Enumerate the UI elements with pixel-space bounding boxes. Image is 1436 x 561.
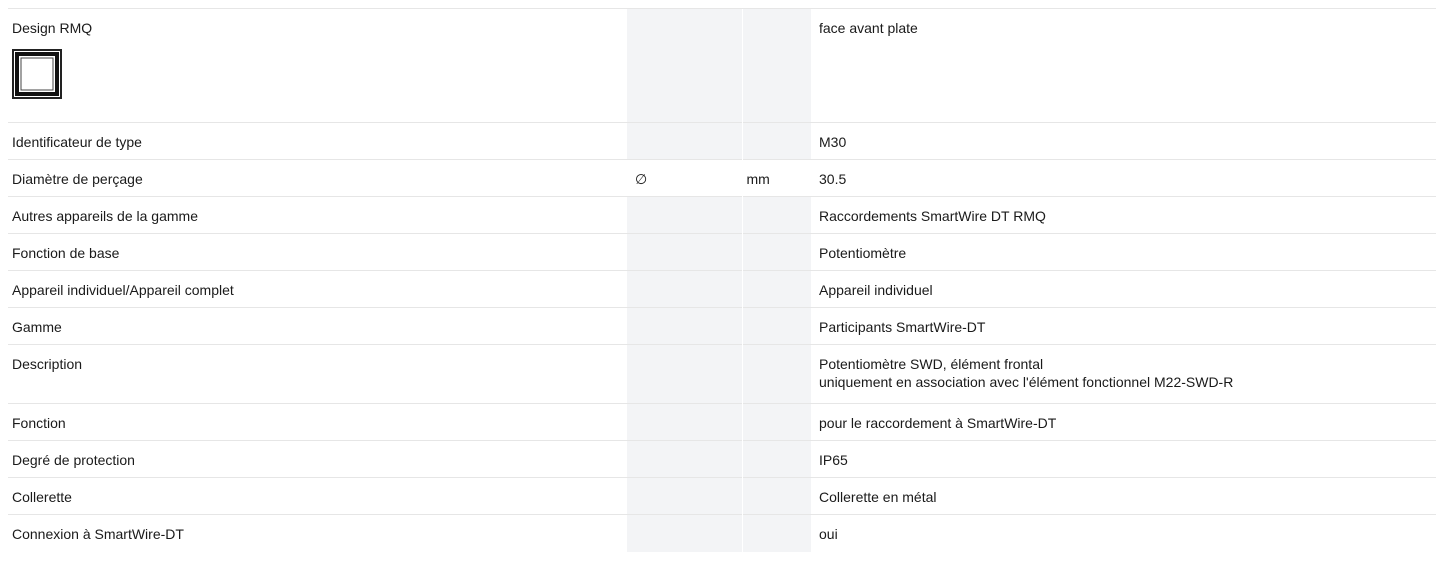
row-symbol [627, 307, 742, 345]
row-label: Appareil individuel/Appareil complet [8, 270, 627, 308]
row-value: Raccordements SmartWire DT RMQ [811, 196, 1436, 234]
row-symbol [627, 403, 742, 441]
row-label: Gamme [8, 307, 627, 345]
row-value-text: Participants SmartWire-DT [819, 319, 986, 335]
row-value: Potentiomètre SWD, élément frontal uniqu… [811, 344, 1436, 404]
row-value-text: IP65 [819, 452, 848, 468]
row-symbol [627, 233, 742, 271]
row-label-text: Design RMQ [12, 20, 93, 36]
spec-table: Design RMQ face avant plate Identificate… [8, 8, 1436, 552]
row-value-text: face avant plate [819, 20, 918, 36]
row-value-text: M30 [819, 134, 847, 150]
table-row: Diamètre de perçage ∅ mm 30.5 [8, 159, 1436, 197]
row-unit [741, 440, 811, 478]
table-row: Description Potentiomètre SWD, élément f… [8, 344, 1436, 404]
row-label: Identificateur de type [8, 122, 627, 160]
row-unit [741, 344, 811, 404]
row-unit [741, 122, 811, 160]
row-label: Design RMQ [8, 8, 627, 123]
table-row: Appareil individuel/Appareil complet App… [8, 270, 1436, 308]
row-value-text: pour le raccordement à SmartWire-DT [819, 415, 1057, 431]
row-value: pour le raccordement à SmartWire-DT [811, 403, 1436, 441]
row-value-text: Collerette en métal [819, 489, 937, 505]
table-row: Identificateur de type M30 [8, 122, 1436, 160]
row-value: M30 [811, 122, 1436, 160]
row-value-text: Appareil individuel [819, 282, 933, 298]
row-value: Potentiomètre [811, 233, 1436, 271]
row-unit [741, 196, 811, 234]
row-unit [741, 307, 811, 345]
table-row: Degré de protection IP65 [8, 440, 1436, 478]
row-symbol [627, 196, 742, 234]
table-row: Fonction de base Potentiomètre [8, 233, 1436, 271]
table-row: Connexion à SmartWire-DT oui [8, 514, 1436, 552]
row-value-text: 30.5 [819, 171, 847, 187]
row-value-text: Potentiomètre SWD, élément frontal [819, 356, 1044, 372]
row-unit [741, 477, 811, 515]
row-symbol [627, 440, 742, 478]
row-symbol [627, 344, 742, 404]
table-row: Design RMQ face avant plate [8, 8, 1436, 123]
row-symbol: ∅ [627, 159, 742, 197]
row-unit [741, 514, 811, 552]
row-value: IP65 [811, 440, 1436, 478]
row-value: face avant plate [811, 8, 1436, 123]
row-label: Fonction de base [8, 233, 627, 271]
row-value-text: Potentiomètre [819, 245, 907, 261]
row-unit: mm [741, 159, 811, 197]
row-value-text: Raccordements SmartWire DT RMQ [819, 208, 1046, 224]
row-value: oui [811, 514, 1436, 552]
row-symbol [627, 477, 742, 515]
row-value: Participants SmartWire-DT [811, 307, 1436, 345]
row-value-text: uniquement en association avec l'élément… [819, 374, 1234, 390]
row-value: 30.5 [811, 159, 1436, 197]
row-symbol [627, 8, 742, 123]
row-symbol [627, 514, 742, 552]
row-value-text: oui [819, 526, 838, 542]
row-unit [741, 403, 811, 441]
row-label: Fonction [8, 403, 627, 441]
row-value: Collerette en métal [811, 477, 1436, 515]
row-symbol [627, 270, 742, 308]
table-row: Gamme Participants SmartWire-DT [8, 307, 1436, 345]
row-label: Collerette [8, 477, 627, 515]
row-label: Degré de protection [8, 440, 627, 478]
table-row: Fonction pour le raccordement à SmartWir… [8, 403, 1436, 441]
row-unit [741, 270, 811, 308]
row-unit [741, 233, 811, 271]
table-row: Autres appareils de la gamme Raccordemen… [8, 196, 1436, 234]
row-label: Autres appareils de la gamme [8, 196, 627, 234]
row-value: Appareil individuel [811, 270, 1436, 308]
row-unit [741, 8, 811, 123]
rmq-flat-front-icon [12, 49, 62, 99]
table-row: Collerette Collerette en métal [8, 477, 1436, 515]
row-symbol [627, 122, 742, 160]
row-label: Description [8, 344, 627, 404]
row-label: Diamètre de perçage [8, 159, 627, 197]
row-label: Connexion à SmartWire-DT [8, 514, 627, 552]
